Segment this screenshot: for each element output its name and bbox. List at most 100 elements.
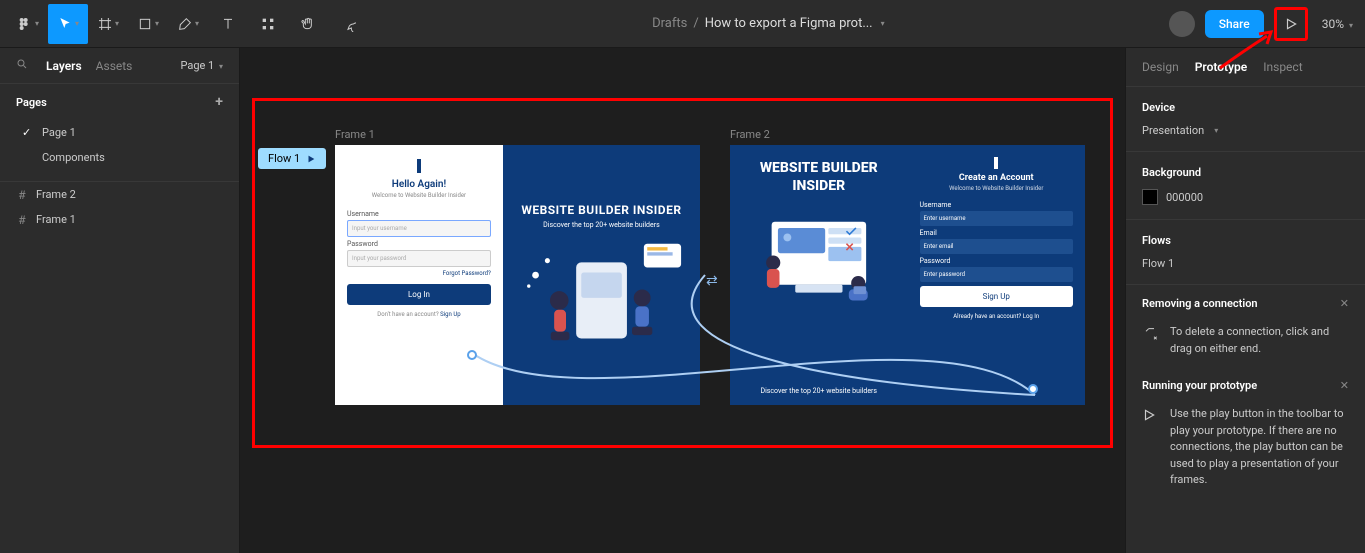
- frame-2[interactable]: WEBSITE BUILDER INSIDER: [730, 145, 1085, 405]
- share-button[interactable]: Share: [1205, 10, 1264, 38]
- user-avatar[interactable]: [1169, 11, 1195, 37]
- left-panel: Layers Assets Page 1 ▾ Pages + ✓ Page 1 …: [0, 48, 240, 553]
- layer-item[interactable]: # Frame 1: [0, 207, 239, 232]
- page-select-dropdown[interactable]: Page 1 ▾: [180, 59, 223, 72]
- signup-title: Create an Account: [959, 173, 1034, 183]
- username-input: Enter username: [920, 211, 1074, 226]
- hand-tool-button[interactable]: [288, 4, 328, 44]
- frame-label[interactable]: Frame 1: [335, 128, 375, 141]
- comment-tool-button[interactable]: [328, 4, 368, 44]
- login-button: Log In: [347, 284, 491, 305]
- signup-prompt: Don't have an account? Sign Up: [377, 311, 460, 318]
- tab-prototype[interactable]: Prototype: [1195, 60, 1248, 74]
- search-icon[interactable]: [16, 58, 28, 73]
- play-icon: [306, 154, 316, 164]
- page-item[interactable]: Components: [0, 145, 239, 170]
- password-label: Password: [347, 240, 378, 248]
- move-tool-button[interactable]: ▾: [48, 4, 88, 44]
- tab-design[interactable]: Design: [1142, 60, 1179, 74]
- frame-1[interactable]: Hello Again! Welcome to Website Builder …: [335, 145, 700, 405]
- pen-tool-button[interactable]: ▾: [168, 4, 208, 44]
- right-panel: Design Prototype Inspect Device Presenta…: [1125, 48, 1365, 553]
- password-input: Enter password: [920, 267, 1074, 282]
- close-icon[interactable]: ✕: [1340, 379, 1349, 392]
- illustration: [513, 237, 690, 347]
- login-prompt: Already have an account? Log In: [953, 313, 1039, 320]
- check-icon: ✓: [22, 126, 34, 139]
- hero-panel: WEBSITE BUILDER INSIDER Discover the top…: [503, 145, 700, 405]
- chevron-down-icon: ▾: [115, 19, 119, 28]
- tab-assets[interactable]: Assets: [96, 59, 133, 73]
- delete-connection-icon: [1142, 326, 1158, 345]
- background-section: Background 000000: [1126, 152, 1365, 220]
- flow-start-badge[interactable]: Flow 1: [258, 148, 326, 169]
- breadcrumb-parent: Drafts: [652, 16, 687, 31]
- chevron-down-icon: ▾: [195, 19, 199, 28]
- close-icon[interactable]: ✕: [1340, 297, 1349, 310]
- connection-handle[interactable]: [1028, 384, 1038, 394]
- help-running: Use the play button in the toolbar to pl…: [1126, 396, 1365, 499]
- forgot-password-link: Forgot Password?: [443, 270, 491, 277]
- device-section: Device Presentation ▾: [1126, 87, 1365, 152]
- toolbar-left: ▾ ▾ ▾ ▾ ▾: [8, 4, 368, 44]
- frame-icon: #: [16, 214, 28, 226]
- help-removing: To delete a connection, click and drag o…: [1126, 314, 1365, 367]
- add-page-button[interactable]: +: [215, 94, 223, 110]
- color-swatch: [1142, 189, 1158, 205]
- device-label: Device: [1142, 101, 1349, 114]
- play-icon: [1142, 408, 1158, 425]
- zoom-dropdown[interactable]: 30% ▾: [1318, 17, 1357, 31]
- figma-menu-button[interactable]: ▾: [8, 4, 48, 44]
- username-label: Username: [920, 201, 952, 209]
- hero-panel: WEBSITE BUILDER INSIDER: [730, 145, 908, 405]
- tab-inspect[interactable]: Inspect: [1263, 60, 1302, 74]
- hero-title: WEBSITE BUILDER INSIDER: [521, 203, 681, 217]
- hero-subtitle: Discover the top 20+ website builders: [543, 221, 660, 229]
- flows-section: Flows Flow 1: [1126, 220, 1365, 285]
- bidirectional-arrow-icon: ⇄: [706, 273, 718, 289]
- chevron-down-icon: ▾: [35, 19, 39, 28]
- chevron-down-icon[interactable]: ▾: [881, 19, 885, 28]
- illustration: [748, 205, 890, 325]
- signup-button: Sign Up: [920, 286, 1074, 307]
- help-running-header: Running your prototype ✕: [1126, 367, 1365, 396]
- panel-tabs: Layers Assets Page 1 ▾: [0, 48, 239, 83]
- help-removing-header: Removing a connection ✕: [1126, 285, 1365, 314]
- logo-icon: [417, 159, 421, 173]
- username-input: Input your username: [347, 220, 491, 237]
- breadcrumb[interactable]: Drafts / How to export a Figma prot... ▾: [368, 16, 1169, 31]
- page-item[interactable]: ✓ Page 1: [0, 120, 239, 145]
- top-toolbar: ▾ ▾ ▾ ▾ ▾ Drafts /: [0, 0, 1365, 48]
- text-tool-button[interactable]: [208, 4, 248, 44]
- password-input: Input your password: [347, 250, 491, 267]
- device-dropdown[interactable]: Presentation ▾: [1142, 124, 1349, 137]
- canvas[interactable]: Flow 1 Frame 1 Frame 2 Hello Again! Welc…: [240, 48, 1125, 553]
- breadcrumb-file: How to export a Figma prot...: [705, 16, 873, 31]
- resources-button[interactable]: [248, 4, 288, 44]
- username-label: Username: [347, 210, 379, 218]
- present-button[interactable]: [1274, 7, 1308, 41]
- flows-label: Flows: [1142, 234, 1349, 247]
- chevron-down-icon: ▾: [75, 19, 79, 28]
- signup-subtitle: Welcome to Website Builder Insider: [949, 185, 1043, 192]
- login-title: Hello Again!: [392, 179, 446, 190]
- layer-item[interactable]: # Frame 2: [0, 182, 239, 207]
- background-color[interactable]: 000000: [1142, 189, 1349, 205]
- password-label: Password: [920, 257, 951, 265]
- connection-handle[interactable]: [467, 350, 477, 360]
- frame-tool-button[interactable]: ▾: [88, 4, 128, 44]
- pages-header: Pages +: [0, 83, 239, 120]
- email-input: Enter email: [920, 239, 1074, 254]
- toolbar-right: Share 30% ▾: [1169, 7, 1357, 41]
- background-label: Background: [1142, 166, 1349, 179]
- flow-item[interactable]: Flow 1: [1142, 257, 1349, 270]
- logo-icon: [994, 157, 998, 169]
- chevron-down-icon: ▾: [155, 19, 159, 28]
- frame-icon: #: [16, 189, 28, 201]
- shape-tool-button[interactable]: ▾: [128, 4, 168, 44]
- frame-label[interactable]: Frame 2: [730, 128, 770, 141]
- login-panel: Hello Again! Welcome to Website Builder …: [335, 145, 503, 405]
- pages-label: Pages: [16, 96, 47, 109]
- tab-layers[interactable]: Layers: [46, 59, 82, 73]
- email-label: Email: [920, 229, 937, 237]
